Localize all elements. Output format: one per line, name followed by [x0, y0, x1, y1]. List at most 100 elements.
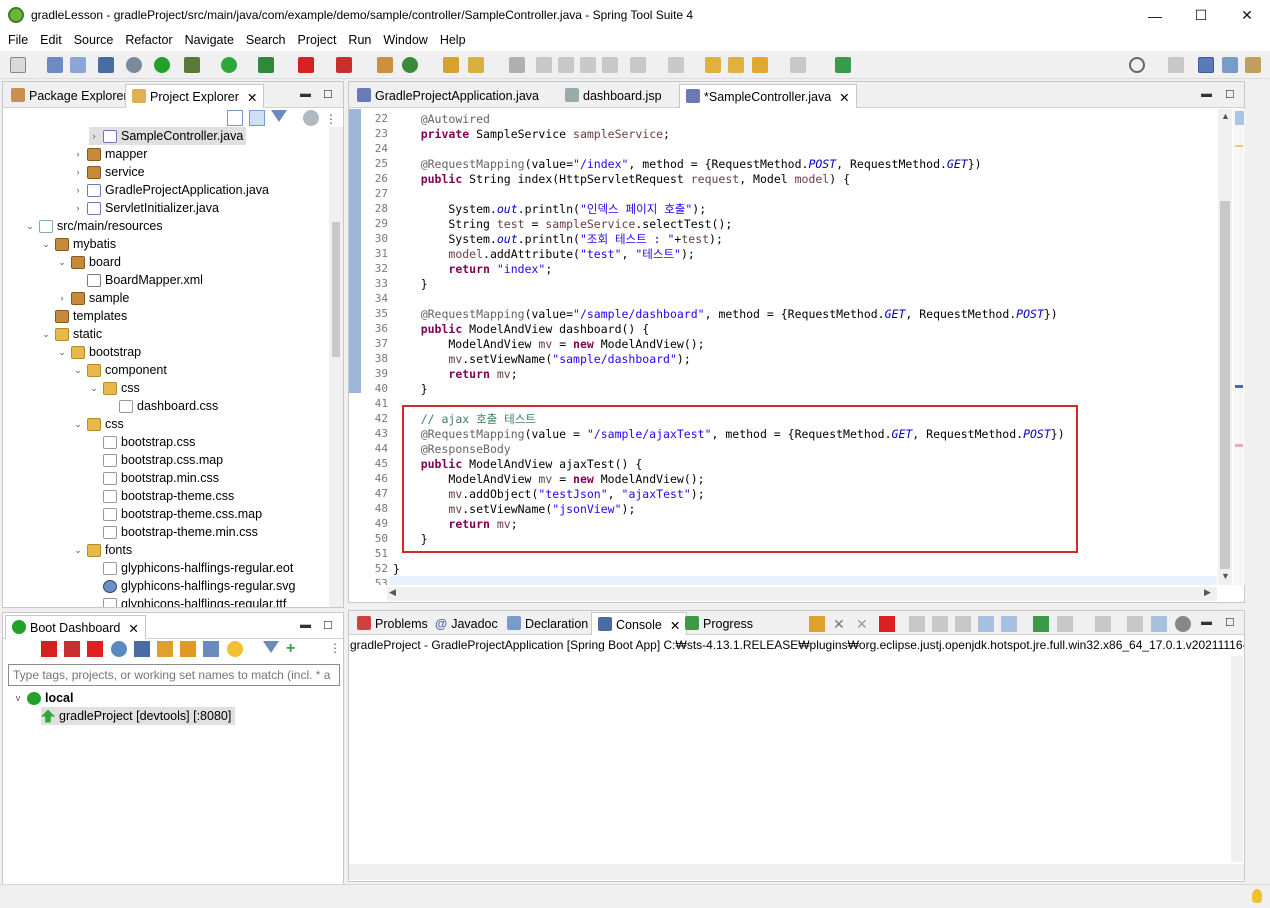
console-vscrollbar[interactable]: [1231, 656, 1243, 862]
debug-icon[interactable]: [184, 57, 200, 73]
editor-hscrollbar[interactable]: ◀ ▶: [387, 587, 1217, 601]
tab-sample-controller[interactable]: *SampleController.java ✕: [679, 84, 857, 108]
collapse-all-icon[interactable]: [227, 110, 243, 126]
save-icon[interactable]: [47, 57, 63, 73]
menu-source[interactable]: Source: [70, 31, 122, 51]
code-line[interactable]: ModelAndView mv = new ModelAndView();: [393, 337, 704, 352]
code-line[interactable]: @RequestMapping(value="/sample/dashboard…: [393, 307, 1058, 322]
open-type-icon[interactable]: [443, 57, 459, 73]
code-line[interactable]: private SampleService sampleService;: [393, 127, 670, 142]
pencil-icon[interactable]: [180, 641, 196, 657]
word-wrap-icon[interactable]: [955, 616, 971, 632]
scrollbar-thumb[interactable]: [1220, 201, 1230, 569]
show-stderr-icon[interactable]: [1001, 616, 1017, 632]
debug-perspective-icon[interactable]: [1222, 57, 1238, 73]
back-arrow-icon[interactable]: [752, 57, 768, 73]
pilcrow-icon[interactable]: [602, 57, 618, 73]
tree-item[interactable]: ⌄ component: [73, 361, 167, 379]
maximize-button[interactable]: ☐: [1178, 0, 1224, 31]
run-icon[interactable]: [221, 57, 237, 73]
tree-item[interactable]: › mapper: [73, 145, 148, 163]
forward-arrow-icon[interactable]: [790, 57, 806, 73]
maximize-view-icon[interactable]: ☐: [323, 619, 333, 632]
table-icon[interactable]: [203, 641, 219, 657]
remove-all-icon[interactable]: ✕: [856, 616, 872, 632]
minimize-view-icon[interactable]: ▬: [300, 88, 311, 100]
forward-edit-icon[interactable]: [728, 57, 744, 73]
minimize-button[interactable]: —: [1132, 0, 1178, 31]
expand-twisty-icon[interactable]: ›: [57, 293, 67, 303]
code-area[interactable]: 22 @Autowired 23 private SampleService sa…: [349, 109, 1217, 585]
save-all-icon[interactable]: [70, 57, 86, 73]
code-line[interactable]: }: [393, 562, 400, 577]
code-line[interactable]: return "index";: [393, 262, 552, 277]
tab-gradle-project-application[interactable]: GradleProjectApplication.java: [351, 84, 545, 108]
display-console-icon[interactable]: [1057, 616, 1073, 632]
collapse-twisty-icon[interactable]: ⌄: [41, 329, 51, 340]
scroll-left-icon[interactable]: ◀: [389, 587, 396, 598]
tree-item[interactable]: › SampleController.java: [89, 127, 247, 145]
collapse-twisty-icon[interactable]: ⌄: [57, 347, 67, 358]
explorer-scrollbar[interactable]: [329, 127, 343, 607]
link-with-editor-icon[interactable]: [249, 110, 265, 126]
tree-item[interactable]: › GradleProjectApplication.java: [73, 181, 269, 199]
copy-icon[interactable]: [1127, 616, 1143, 632]
menu-run[interactable]: Run: [344, 31, 379, 51]
open-console-icon[interactable]: [134, 641, 150, 657]
java-perspective-icon[interactable]: [1198, 57, 1214, 73]
start-icon[interactable]: [41, 641, 57, 657]
tree-item[interactable]: › ServletInitializer.java: [73, 199, 219, 217]
tree-item[interactable]: dashboard.css: [105, 397, 218, 415]
tree-item[interactable]: bootstrap.css.map: [89, 451, 223, 469]
tree-item[interactable]: ⌄ mybatis: [41, 235, 116, 253]
search-icon[interactable]: [1129, 57, 1145, 73]
menu-window[interactable]: Window: [379, 31, 435, 51]
whitespace-icon[interactable]: [580, 57, 596, 73]
collapse-twisty-icon[interactable]: ⌄: [25, 221, 35, 232]
expand-twisty-icon[interactable]: ›: [73, 167, 83, 177]
expand-twisty-icon[interactable]: ›: [73, 149, 83, 159]
tab-boot-dashboard[interactable]: Boot Dashboard ✕: [5, 615, 146, 639]
scrollbar-thumb[interactable]: [332, 222, 340, 357]
console-icon[interactable]: [98, 57, 114, 73]
next-annotation-icon[interactable]: [630, 57, 646, 73]
coverage-icon[interactable]: [258, 57, 274, 73]
debug-start-icon[interactable]: [64, 641, 80, 657]
tree-item[interactable]: › sample: [57, 289, 130, 307]
scroll-down-icon[interactable]: ▼: [1221, 571, 1230, 581]
tree-item[interactable]: ⌄ static: [41, 325, 102, 343]
prev-annotation-icon[interactable]: [668, 57, 684, 73]
code-line[interactable]: }: [393, 277, 428, 292]
annotation-icon[interactable]: [536, 57, 552, 73]
local-target-row[interactable]: v local: [13, 689, 74, 707]
collapse-twisty-icon[interactable]: ⌄: [73, 365, 83, 376]
tab-package-explorer[interactable]: Package Explorer: [5, 84, 134, 108]
collapse-twisty-icon[interactable]: ⌄: [89, 383, 99, 394]
settings-gear-icon[interactable]: [1175, 616, 1191, 632]
menu-refactor[interactable]: Refactor: [121, 31, 180, 51]
expand-twisty-icon[interactable]: v: [13, 693, 23, 703]
tree-item[interactable]: ⌄ css: [89, 379, 140, 397]
relaunch-icon[interactable]: [336, 57, 352, 73]
tree-item[interactable]: ⌄ src/main/resources: [25, 217, 162, 235]
pen-icon[interactable]: [468, 57, 484, 73]
stop-icon[interactable]: [298, 57, 314, 73]
minimize-view-icon[interactable]: ▬: [300, 619, 311, 631]
tree-item[interactable]: bootstrap.min.css: [89, 469, 219, 487]
new-boot-project-icon[interactable]: [377, 57, 393, 73]
tree-item[interactable]: ⌄ css: [73, 415, 124, 433]
code-line[interactable]: @RequestMapping(value="/index", method =…: [393, 157, 982, 172]
close-icon[interactable]: ✕: [128, 621, 138, 639]
tree-item[interactable]: bootstrap-theme.min.css: [89, 523, 258, 541]
collapse-twisty-icon[interactable]: ⌄: [57, 257, 67, 268]
code-line[interactable]: model.addAttribute("test", "테스트");: [393, 247, 694, 262]
tab-project-explorer[interactable]: Project Explorer ✕: [125, 84, 265, 108]
scroll-lock-icon[interactable]: [932, 616, 948, 632]
stop-icon[interactable]: [87, 641, 103, 657]
tree-item[interactable]: glyphicons-halflings-regular.eot: [89, 559, 293, 577]
tab-console[interactable]: Console ✕: [591, 612, 688, 635]
task-icon[interactable]: [509, 57, 525, 73]
lightbulb-icon[interactable]: [227, 641, 243, 657]
last-edit-icon[interactable]: [705, 57, 721, 73]
lightbulb-icon[interactable]: [1252, 889, 1262, 903]
